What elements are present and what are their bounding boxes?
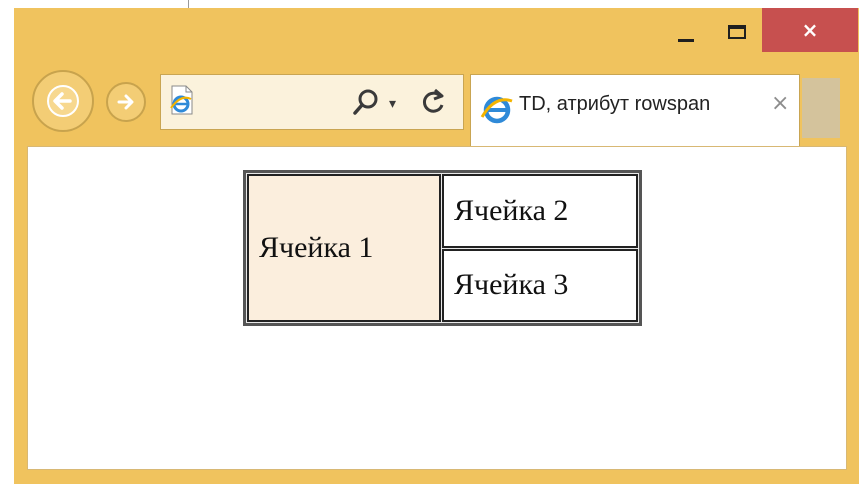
rowspan-table: Ячейка 1 Ячейка 2 Ячейка 3: [243, 170, 642, 326]
maximize-button[interactable]: [714, 8, 760, 56]
address-bar[interactable]: ▾: [160, 74, 464, 130]
background-window-edge: [0, 0, 189, 8]
maximize-icon: [728, 25, 746, 39]
search-dropdown-icon[interactable]: ▾: [389, 95, 396, 112]
refresh-icon[interactable]: [419, 87, 449, 117]
page-icon: [170, 85, 193, 115]
page-content: Ячейка 1 Ячейка 2 Ячейка 3: [27, 146, 847, 470]
tab-active[interactable]: TD, атрибут rowspan ×: [470, 74, 800, 150]
forward-button[interactable]: [106, 82, 146, 122]
table-cell: Ячейка 1: [247, 174, 441, 322]
back-button[interactable]: [32, 70, 94, 132]
forward-arrow-icon: [117, 94, 134, 110]
tab-close-icon[interactable]: ×: [771, 91, 789, 116]
navigation-bar: ▾ TD, атрибут rowspan ×: [14, 68, 859, 150]
minimize-icon: [678, 38, 694, 42]
close-icon: ×: [801, 18, 819, 42]
minimize-button[interactable]: [664, 8, 708, 56]
browser-window: × ▾ TD, атрибут rowspan × Ячейка 1 Ячейк…: [14, 8, 859, 484]
internet-explorer-icon: [480, 96, 513, 124]
table-cell: Ячейка 3: [442, 248, 638, 322]
back-arrow-icon: [47, 85, 79, 117]
tab-title: TD, атрибут rowspan: [519, 93, 711, 115]
table-row: Ячейка 1 Ячейка 2: [247, 174, 638, 322]
search-icon[interactable]: [351, 87, 381, 117]
close-button[interactable]: ×: [762, 8, 858, 52]
table-cell: Ячейка 2: [442, 174, 638, 248]
new-tab-button[interactable]: [802, 78, 840, 138]
title-bar: ×: [14, 8, 859, 68]
